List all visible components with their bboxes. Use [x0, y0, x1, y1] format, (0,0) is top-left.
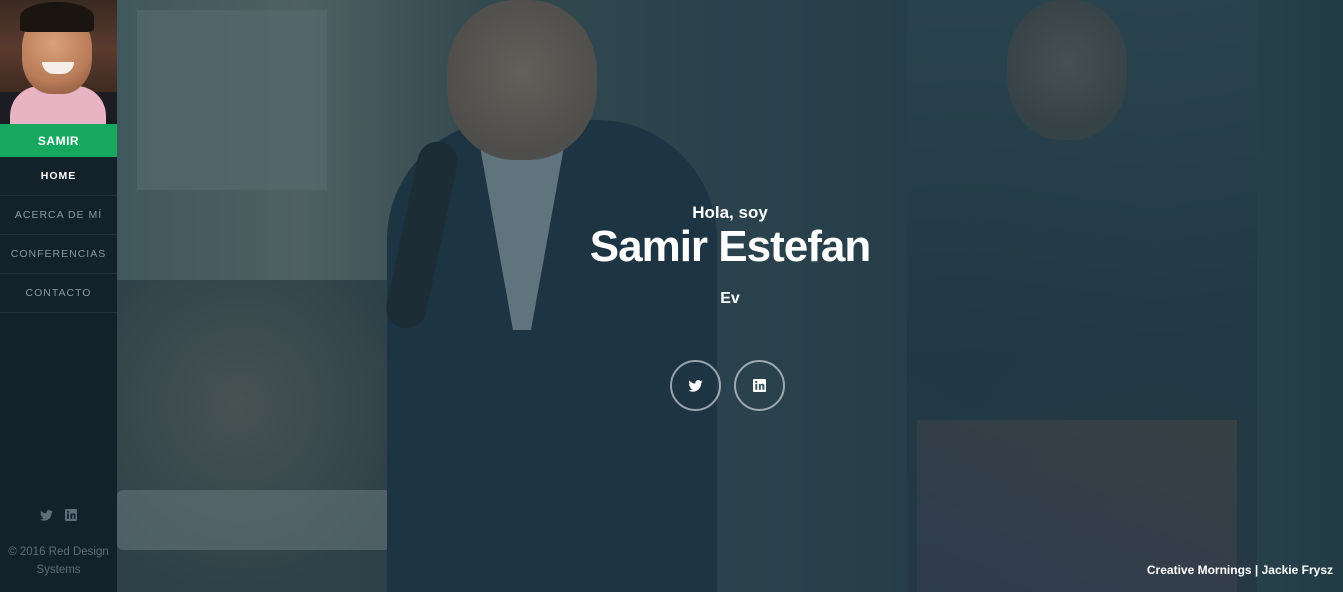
copyright-text: © 2016 Red Design Systems: [8, 546, 109, 576]
hero-linkedin-button[interactable]: [734, 360, 785, 411]
hero-twitter-button[interactable]: [670, 360, 721, 411]
avatar: [0, 0, 117, 124]
brand-name[interactable]: SAMIR: [0, 124, 117, 157]
linkedin-icon[interactable]: [64, 508, 78, 522]
sidebar: SAMIR HOME ACERCA DE MÍ CONFERENCIAS CON…: [0, 0, 117, 592]
hero-section: Hola, soy Samir Estefan Ev Creative Morn…: [117, 0, 1343, 592]
twitter-icon[interactable]: [40, 508, 54, 522]
nav-item-conferences[interactable]: CONFERENCIAS: [0, 235, 117, 274]
nav-item-contact[interactable]: CONTACTO: [0, 274, 117, 313]
twitter-icon: [688, 379, 703, 392]
linkedin-icon: [753, 379, 766, 392]
hero-tagline: Ev: [720, 290, 740, 307]
main-nav: HOME ACERCA DE MÍ CONFERENCIAS CONTACTO: [0, 157, 117, 313]
hero-social-links: [670, 360, 785, 411]
sidebar-social: [0, 508, 117, 522]
nav-item-about[interactable]: ACERCA DE MÍ: [0, 196, 117, 235]
nav-item-home[interactable]: HOME: [0, 157, 117, 196]
hero-greeting: Hola, soy: [692, 203, 768, 222]
hero-name: Samir Estefan: [589, 222, 871, 271]
photo-credit: Creative Mornings | Jackie Frysz: [1146, 563, 1333, 577]
avatar-hair: [20, 2, 94, 32]
